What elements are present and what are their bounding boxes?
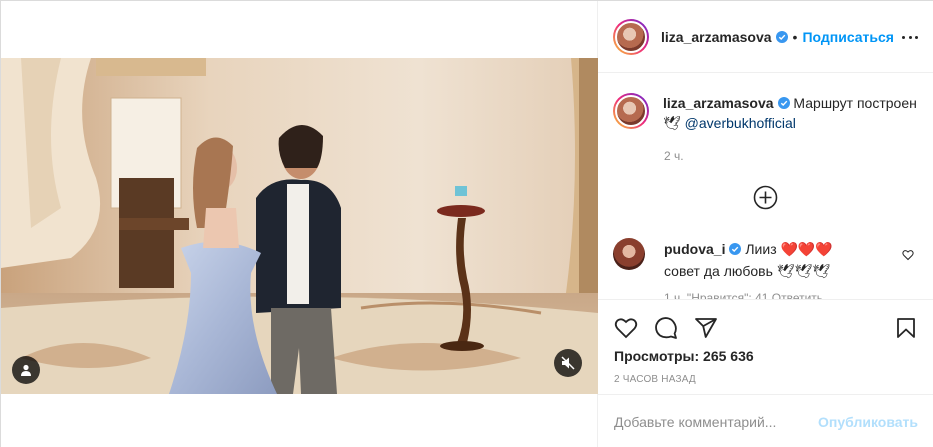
post-media bbox=[1, 1, 598, 447]
follow-button[interactable]: Подписаться bbox=[802, 29, 894, 45]
comment-input[interactable] bbox=[614, 413, 819, 430]
caption-username[interactable]: liza_arzamasova bbox=[663, 95, 774, 111]
tagged-users-button[interactable] bbox=[12, 356, 40, 384]
mute-button[interactable] bbox=[554, 349, 582, 377]
caption: liza_arzamasova Маршрут построен 🕊 @aver… bbox=[613, 93, 923, 133]
user-icon bbox=[21, 364, 31, 376]
header-separator: • bbox=[792, 28, 798, 45]
video-frame bbox=[1, 58, 598, 394]
posted-ago[interactable]: 2 ЧАСОВ НАЗАД bbox=[614, 374, 696, 385]
video-player[interactable] bbox=[1, 58, 598, 394]
caption-avatar[interactable] bbox=[613, 93, 649, 129]
comment-meta[interactable]: 1 ч. "Нравится": 41 Ответить bbox=[664, 291, 823, 299]
publish-button[interactable]: Опубликовать bbox=[818, 414, 918, 430]
comments-section: liza_arzamasova Маршрут построен 🕊 @aver… bbox=[598, 73, 933, 299]
author-username[interactable]: liza_arzamasova bbox=[661, 29, 772, 45]
views-count[interactable]: Просмотры: 265 636 bbox=[614, 348, 754, 364]
commenter-username[interactable]: pudova_i bbox=[664, 241, 725, 257]
add-comment-bar: Опубликовать bbox=[598, 394, 933, 447]
post-side-panel: liza_arzamasova • Подписаться liza_arzam… bbox=[598, 1, 933, 447]
bookmark-icon[interactable] bbox=[894, 316, 918, 340]
commenter-avatar[interactable] bbox=[613, 238, 645, 270]
instagram-post: liza_arzamasova • Подписаться liza_arzam… bbox=[0, 0, 933, 447]
more-horizontal-icon bbox=[902, 35, 905, 39]
caption-mention-link[interactable]: @averbukhofficial bbox=[685, 115, 796, 131]
send-icon[interactable] bbox=[694, 316, 718, 340]
verified-badge-icon bbox=[777, 97, 790, 109]
caption-time[interactable]: 2 ч. bbox=[664, 149, 684, 163]
verified-badge-icon bbox=[729, 243, 742, 255]
comment-text-line1: Лииз ❤️❤️❤️ bbox=[745, 241, 833, 257]
author-avatar[interactable] bbox=[613, 18, 649, 55]
comment-text-line2: совет да любовь 🕊🕊🕊 bbox=[664, 263, 831, 279]
plus-circle-icon[interactable] bbox=[753, 185, 778, 210]
verified-badge-icon bbox=[775, 30, 788, 43]
comment-item: pudova_i Лииз ❤️❤️❤️ совет да любовь 🕊🕊🕊 bbox=[613, 238, 894, 282]
post-header: liza_arzamasova • Подписаться bbox=[598, 1, 933, 73]
comment-like-heart-icon[interactable] bbox=[902, 249, 914, 261]
comment-icon[interactable] bbox=[654, 316, 678, 340]
speaker-muted-icon bbox=[561, 356, 575, 370]
more-options-button[interactable] bbox=[902, 29, 918, 45]
heart-icon[interactable] bbox=[614, 316, 638, 340]
